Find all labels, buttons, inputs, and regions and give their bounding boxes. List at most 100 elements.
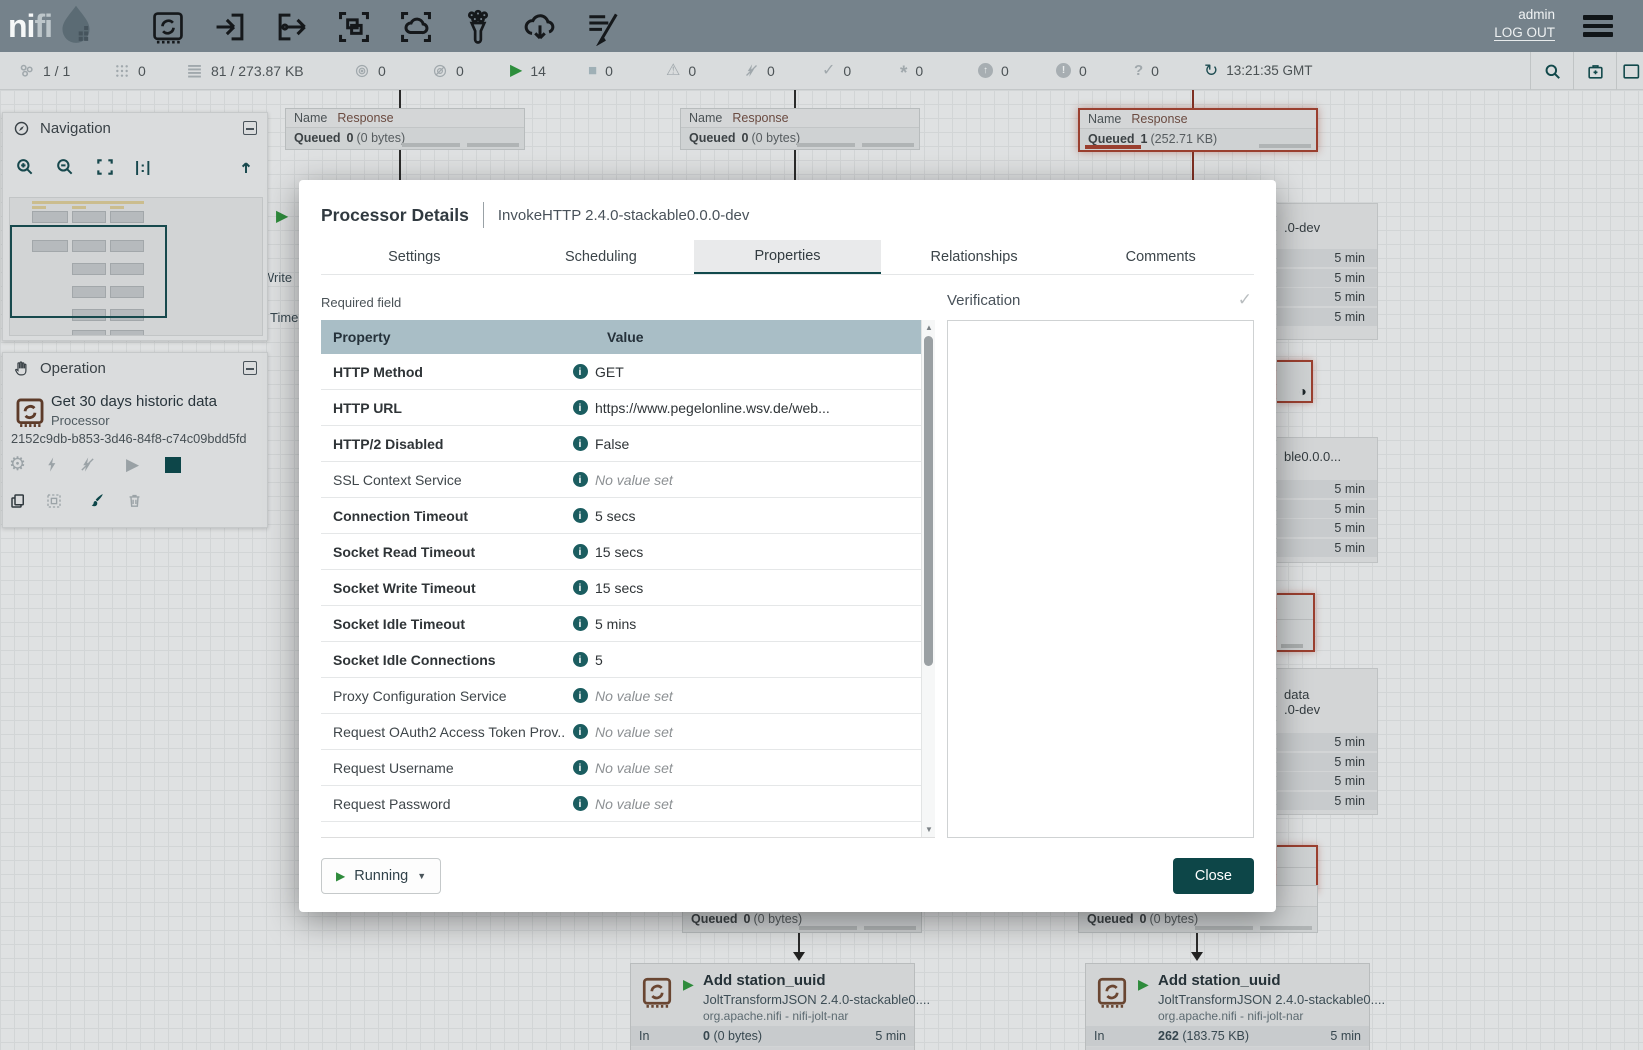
property-row[interactable]: Proxy Configuration Service i No value s… — [321, 678, 935, 714]
info-icon[interactable]: i — [573, 436, 588, 451]
info-icon[interactable]: i — [573, 760, 588, 775]
info-icon[interactable]: i — [573, 580, 588, 595]
property-row[interactable]: HTTP Method i GET — [321, 354, 935, 390]
configure-gear-icon[interactable]: ⚙ — [9, 453, 26, 476]
input-port-icon[interactable] — [210, 7, 250, 47]
template-icon[interactable] — [520, 7, 560, 47]
start-play-icon[interactable]: ▶ — [126, 455, 139, 475]
navigation-panel-header[interactable]: Navigation — [3, 113, 267, 143]
funnel-icon[interactable] — [458, 7, 498, 47]
global-menu-icon[interactable] — [1583, 15, 1613, 41]
property-row[interactable]: Socket Idle Timeout i 5 mins — [321, 606, 935, 642]
verification-check-icon[interactable]: ✓ — [1238, 290, 1252, 310]
property-row[interactable]: Connection Timeout i 5 secs — [321, 498, 935, 534]
connection-label[interactable]: NameResponse Queued0(0 bytes) — [680, 108, 920, 150]
connection-line[interactable] — [1196, 933, 1198, 953]
property-value[interactable]: 15 secs — [595, 544, 935, 560]
stop-icon[interactable] — [165, 457, 181, 473]
label-icon[interactable] — [582, 7, 622, 47]
process-group-icon[interactable] — [334, 7, 374, 47]
locally-modified-stale-icon: ! — [1056, 63, 1071, 78]
settings-icon[interactable] — [1617, 62, 1643, 81]
zoom-actual-size-icon[interactable]: |:| — [135, 159, 151, 176]
output-port-icon[interactable] — [272, 7, 312, 47]
info-icon[interactable]: i — [573, 400, 588, 415]
property-value[interactable]: 5 mins — [595, 616, 935, 632]
zoom-in-icon[interactable] — [15, 157, 35, 177]
run-status-dropdown[interactable]: ▶ Running ▼ — [321, 858, 441, 894]
search-icon[interactable] — [1531, 62, 1573, 81]
zoom-fit-icon[interactable] — [95, 157, 115, 177]
property-row[interactable]: SSL Context Service i No value set — [321, 462, 935, 498]
minimap-viewport[interactable] — [10, 225, 167, 318]
property-value[interactable]: 5 secs — [595, 508, 935, 524]
logout-link[interactable]: LOG OUT — [1494, 25, 1555, 41]
remote-process-group-icon[interactable] — [396, 7, 436, 47]
processor-add-station-uuid[interactable]: ▶ Add station_uuid JoltTransformJSON 2.4… — [1085, 963, 1370, 1050]
processor-add-station-uuid[interactable]: ▶ Add station_uuid JoltTransformJSON 2.4… — [630, 963, 915, 1050]
info-icon[interactable]: i — [573, 544, 588, 559]
tab-comments[interactable]: Comments — [1067, 240, 1254, 274]
scroll-down-icon[interactable]: ▼ — [922, 825, 935, 834]
delete-trash-icon[interactable] — [126, 492, 143, 509]
processor-fragment[interactable]: data .0-dev 5 min 5 min 5 min 5 min — [1277, 668, 1378, 815]
property-row[interactable]: Request OAuth2 Access Token Prov... i No… — [321, 714, 935, 750]
info-icon[interactable]: i — [573, 652, 588, 667]
tab-properties[interactable]: Properties — [694, 240, 881, 274]
property-row[interactable]: Socket Read Timeout i 15 secs — [321, 534, 935, 570]
property-row[interactable]: HTTP URL i https://www.pegelonline.wsv.d… — [321, 390, 935, 426]
property-value[interactable]: https://www.pegelonline.wsv.de/web... — [595, 400, 935, 416]
processor-in-stat: In 0 (0 bytes) 5 min — [631, 1026, 914, 1046]
tab-settings[interactable]: Settings — [321, 240, 508, 274]
connection-fragment-highlighted[interactable]: ◑ — [1277, 360, 1313, 403]
processor-fragment[interactable]: .0-dev 5 min 5 min 5 min 5 min — [1277, 203, 1378, 340]
property-value[interactable]: No value set — [595, 688, 935, 704]
queue-percent-bar — [1195, 926, 1253, 930]
tab-relationships[interactable]: Relationships — [881, 240, 1068, 274]
collapse-icon[interactable] — [243, 361, 257, 375]
processor-fragment[interactable]: ble0.0.0... 5 min 5 min 5 min 5 min — [1277, 437, 1378, 563]
property-value[interactable]: 15 secs — [595, 580, 935, 596]
info-icon[interactable]: i — [573, 688, 588, 703]
property-row[interactable]: Socket Idle Connections i 5 — [321, 642, 935, 678]
table-scrollbar[interactable]: ▲ ▼ — [921, 320, 935, 837]
bulletin-board-icon[interactable] — [1574, 62, 1616, 81]
processor-icon[interactable] — [148, 7, 188, 47]
enable-lightning-icon[interactable] — [44, 456, 61, 473]
close-button[interactable]: Close — [1173, 858, 1254, 894]
property-value[interactable]: No value set — [595, 472, 935, 488]
zoom-out-icon[interactable] — [55, 157, 75, 177]
property-value[interactable]: 5 — [595, 652, 935, 668]
tab-scheduling[interactable]: Scheduling — [508, 240, 695, 274]
operation-panel-header[interactable]: Operation — [3, 353, 267, 383]
property-row[interactable]: HTTP/2 Disabled i False — [321, 426, 935, 462]
group-select-icon[interactable] — [45, 492, 63, 510]
scrollbar-thumb[interactable] — [924, 336, 933, 666]
property-value[interactable]: No value set — [595, 724, 935, 740]
info-icon[interactable]: i — [573, 472, 588, 487]
disable-lightning-slash-icon[interactable] — [79, 456, 96, 473]
connection-label-highlighted[interactable]: NameResponse Queued1(252.71 KB) — [1078, 108, 1318, 152]
info-icon[interactable]: i — [573, 616, 588, 631]
scroll-up-icon[interactable]: ▲ — [922, 323, 935, 332]
connection-fragment-highlighted[interactable] — [1277, 593, 1315, 652]
connection-label[interactable]: NameResponse Queued0(0 bytes) — [285, 108, 525, 150]
info-icon[interactable]: i — [573, 796, 588, 811]
property-row[interactable]: Socket Write Timeout i 15 secs — [321, 570, 935, 606]
minimap[interactable] — [9, 197, 263, 336]
info-icon[interactable]: i — [573, 508, 588, 523]
info-icon[interactable]: i — [573, 724, 588, 739]
property-value[interactable]: No value set — [595, 796, 935, 812]
pop-out-icon[interactable] — [237, 158, 255, 176]
property-value[interactable]: GET — [595, 364, 935, 380]
collapse-icon[interactable] — [243, 121, 257, 135]
property-row[interactable]: Request Username i No value set — [321, 750, 935, 786]
color-brush-icon[interactable] — [87, 491, 106, 510]
property-value[interactable]: False — [595, 436, 935, 452]
property-row[interactable]: Request Password i No value set — [321, 786, 935, 822]
property-value[interactable]: No value set — [595, 760, 935, 776]
refresh-icon[interactable]: ↻ — [1204, 62, 1218, 79]
connection-line[interactable] — [798, 933, 800, 953]
copy-icon[interactable] — [9, 492, 27, 510]
info-icon[interactable]: i — [573, 364, 588, 379]
